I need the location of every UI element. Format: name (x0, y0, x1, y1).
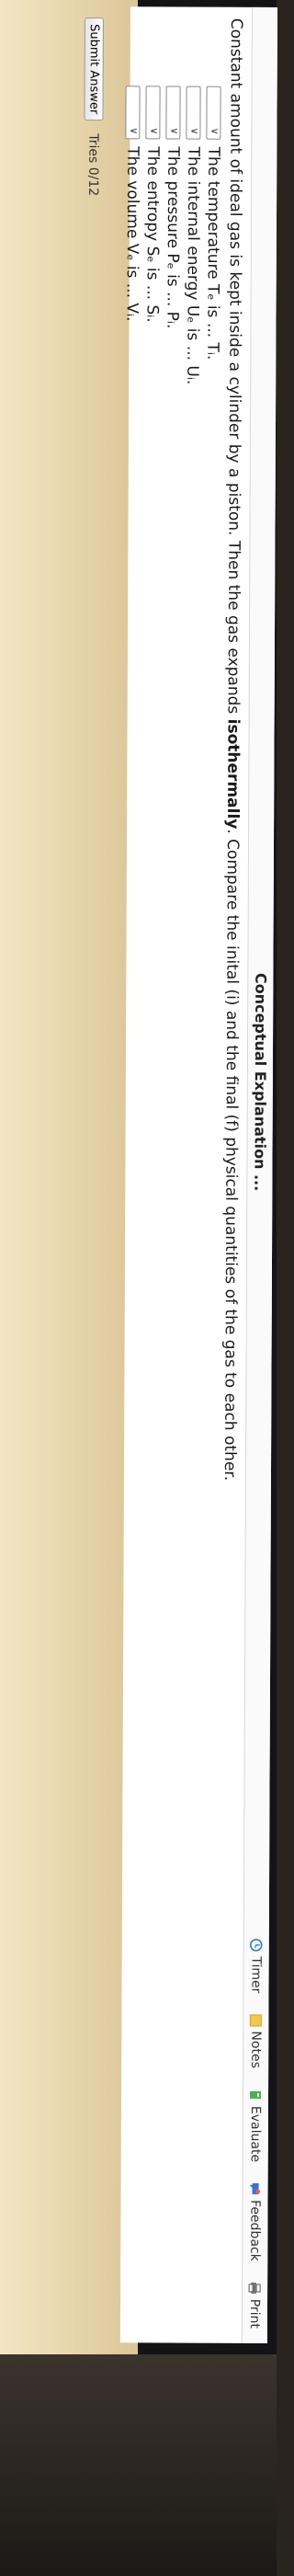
answer-statement: The entropy Sₑ is ... Sᵢ. (142, 146, 163, 323)
evaluate-label: Evaluate (248, 2105, 264, 2163)
chevron-down-icon: ∨ (148, 127, 161, 135)
comparison-select[interactable]: ∨ (186, 86, 202, 140)
feedback-label: Feedback (247, 2200, 264, 2261)
answer-statement: The temperature Tₑ is ... Tᵢ. (203, 146, 223, 361)
background-desk (0, 2354, 277, 2576)
print-label: Print (247, 2298, 263, 2329)
tries-counter: Tries 0/12 (85, 133, 101, 197)
timer-label: Timer (248, 1956, 265, 1994)
print-icon (249, 2282, 262, 2294)
timer-button[interactable]: Timer (249, 1939, 264, 1993)
chevron-down-icon: ∨ (168, 127, 181, 135)
notes-label: Notes (248, 2031, 264, 2068)
print-button[interactable]: Print (247, 2282, 263, 2329)
question-prefix: Constant amount of ideal gas is kept ins… (223, 17, 245, 719)
feedback-button[interactable]: Feedback (248, 2182, 263, 2261)
notes-icon (250, 2013, 263, 2026)
chevron-down-icon: ∨ (209, 127, 221, 135)
question-emphasis: isothermally (223, 718, 243, 830)
comparison-select[interactable]: ∨ (206, 86, 222, 140)
answer-list: ∨ The temperature Tₑ is ... Tᵢ. ∨ The in… (114, 17, 224, 2317)
submit-answer-button[interactable]: Submit Answer (84, 17, 104, 121)
answer-statement: The pressure Pₑ is ... Pᵢ. (163, 146, 183, 329)
evaluate-button[interactable]: Evaluate (248, 2089, 263, 2162)
section-title: Conceptual Explanation ... (251, 972, 270, 1192)
chevron-down-icon: ∨ (188, 127, 201, 135)
answer-statement: The volume Vₑ is ... Vᵢ. (122, 146, 142, 322)
chevron-down-icon: ∨ (128, 127, 141, 135)
question-suffix: . Compare the inital (i) and the final (… (220, 829, 243, 1482)
comparison-select[interactable]: ∨ (165, 86, 182, 140)
answer-statement: The internal energy Uₑ is ... Uᵢ. (183, 146, 203, 385)
screen: Conceptual Explanation ... Timer Notes E… (84, 6, 277, 2344)
problem-content: Constant amount of ideal gas is kept ins… (74, 17, 246, 2318)
feedback-icon (250, 2183, 261, 2195)
comparison-select[interactable]: ∨ (145, 86, 162, 140)
timer-icon (250, 1939, 263, 1952)
evaluate-icon (250, 2090, 262, 2099)
comparison-select[interactable]: ∨ (125, 86, 141, 140)
notes-button[interactable]: Notes (249, 2013, 264, 2068)
